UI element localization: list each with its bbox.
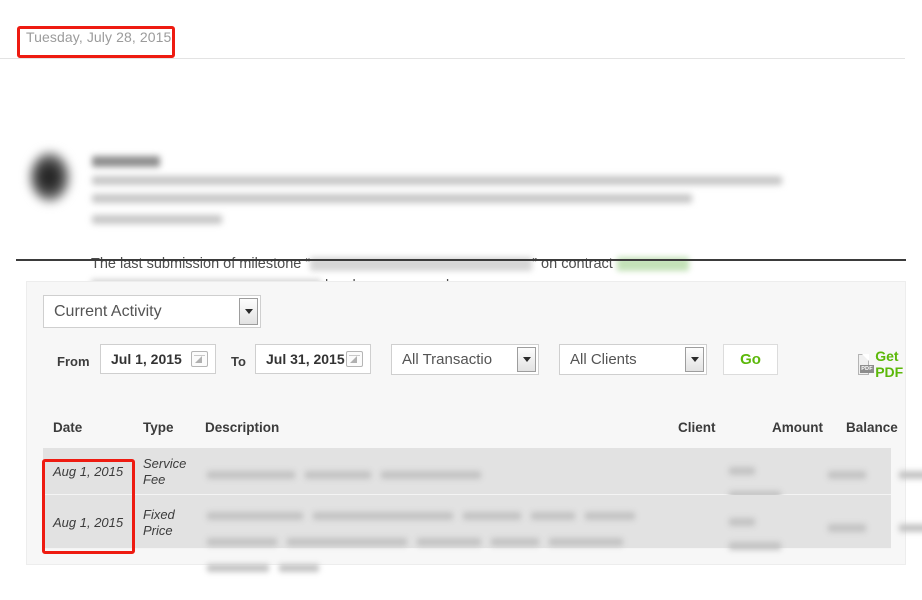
- chevron-down-icon[interactable]: [239, 298, 258, 325]
- from-date-input[interactable]: Jul 1, 2015: [100, 344, 216, 374]
- client-select-value: All Clients: [570, 351, 637, 368]
- notification-block: The last submission of milestone “” on c…: [0, 70, 922, 294]
- transaction-type-select[interactable]: All Transactio: [391, 344, 539, 375]
- cell-balance-redacted: [899, 466, 922, 484]
- column-header-client: Client: [678, 420, 716, 435]
- cell-type: Fixed Price: [143, 507, 175, 538]
- pdf-icon: PDF: [858, 353, 874, 375]
- activity-type-select-value: Current Activity: [54, 302, 162, 320]
- client-select[interactable]: All Clients: [559, 344, 707, 375]
- notification-meta-redacted: [92, 215, 222, 224]
- cell-type: Service Fee: [143, 456, 187, 487]
- column-header-description: Description: [205, 420, 280, 435]
- column-header-balance: Balance: [846, 420, 898, 435]
- calendar-icon[interactable]: [191, 351, 208, 367]
- from-date-value: Jul 1, 2015: [111, 351, 182, 367]
- header-divider: [0, 58, 905, 59]
- table-row[interactable]: Aug 1, 2015 Fixed Price: [43, 495, 922, 572]
- cell-amount-redacted: [828, 466, 876, 484]
- date-header-section: Tuesday, July 28, 2015: [0, 24, 922, 60]
- to-label: To: [231, 354, 246, 369]
- activity-panel: Current Activity From Jul 1, 2015 To Jul…: [26, 281, 922, 572]
- cell-date: Aug 1, 2015: [53, 515, 124, 530]
- transactions-table: Date Type Description Client Amount Bala…: [43, 420, 922, 572]
- chevron-down-icon[interactable]: [517, 347, 536, 372]
- from-label: From: [57, 354, 90, 369]
- notification-header-redacted: [92, 156, 792, 233]
- section-divider: [16, 259, 906, 261]
- to-date-input[interactable]: Jul 31, 2015: [255, 344, 371, 374]
- column-header-type: Type: [143, 420, 174, 435]
- notification-author-redacted: [92, 156, 160, 167]
- cell-date: Aug 1, 2015: [53, 464, 124, 479]
- cell-balance-redacted: [899, 519, 922, 537]
- cell-description-redacted: [207, 507, 677, 585]
- get-pdf-label: Get PDF: [875, 348, 904, 380]
- transaction-type-select-value: All Transactio: [402, 351, 493, 368]
- filter-row: From Jul 1, 2015 To Jul 31, 2015 All Tra…: [43, 344, 903, 380]
- activity-type-select[interactable]: Current Activity: [43, 295, 261, 328]
- get-pdf-link[interactable]: PDF Get PDF: [858, 348, 909, 380]
- go-button[interactable]: Go: [723, 344, 778, 375]
- to-date-value: Jul 31, 2015: [266, 351, 345, 367]
- user-avatar-icon: [30, 152, 70, 202]
- notification-subject-line-2-redacted: [92, 194, 692, 203]
- calendar-icon[interactable]: [346, 351, 363, 367]
- chevron-down-icon[interactable]: [685, 347, 704, 372]
- page-date-label: Tuesday, July 28, 2015: [26, 29, 172, 45]
- column-header-amount: Amount: [772, 420, 823, 435]
- notification-subject-line-1-redacted: [92, 176, 782, 185]
- column-header-date: Date: [53, 420, 83, 435]
- cell-amount-redacted: [828, 519, 876, 537]
- cell-description-redacted: [207, 466, 677, 484]
- pdf-icon-label: PDF: [860, 364, 874, 373]
- table-header-row: Date Type Description Client Amount Bala…: [43, 420, 898, 448]
- cell-client-redacted: [729, 513, 791, 561]
- table-row[interactable]: Aug 1, 2015 Service Fee: [43, 448, 922, 499]
